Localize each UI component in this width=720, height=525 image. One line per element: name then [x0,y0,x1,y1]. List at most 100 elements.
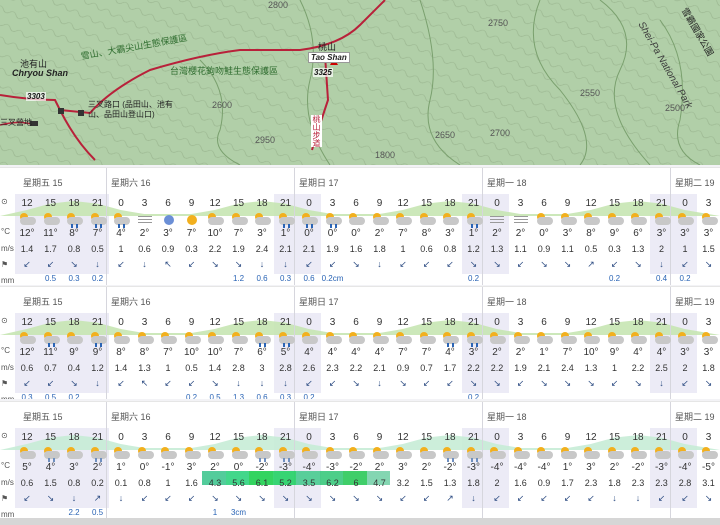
precipitation-value: 0.6 [256,274,268,283]
wind-direction-icon: ↓ [377,259,382,269]
contour-label: 2650 [435,130,456,140]
cloud-shape [114,217,130,225]
wind-speed-value: 2.2 [490,363,504,373]
temperature-value: 10° [207,347,223,358]
cloud-shape [43,217,60,225]
precipitation-value: 0.2 [303,393,315,399]
wind-speed-value: 0.4 [67,363,81,373]
topographic-map[interactable]: 池有山 Chryou Shan 3303 桃山 Tao Shan 3325 雪山… [0,0,720,165]
partly-cloudy-icon [371,447,389,461]
hour-label: 21 [655,432,668,443]
row-label-precip: mm [0,395,14,399]
partly-cloudy-icon [629,447,647,461]
day-label[interactable]: 星期日 17 [299,295,339,308]
cloud-shape [701,451,718,459]
day-label[interactable]: 星期一 18 [487,410,527,423]
temperature-value: -4° [678,462,692,473]
wind-direction-icon: ↓ [377,378,382,388]
temperature-value: 0° [327,228,338,239]
wind-direction-icon: ↓ [471,493,476,503]
wind-direction-icon: ↙ [187,493,196,503]
wind-direction-icon: ↙ [46,378,55,388]
partly-cloudy-icon [18,332,36,346]
partly-cloudy-icon [512,332,530,346]
hour-label: 21 [279,317,292,328]
cloud-shape [43,451,60,459]
wind-speed-value: 4.7 [373,478,386,488]
fog-line [490,222,504,223]
day-label[interactable]: 星期日 17 [299,176,339,189]
day-label[interactable]: 星期五 15 [23,295,63,308]
day-label[interactable]: 星期五 15 [23,410,63,423]
partly-cloudy-icon [676,213,694,227]
temperature-value: 5° [280,347,291,358]
cloud-shape [513,451,530,459]
day-label[interactable]: 星期二 19 [675,410,715,423]
wind-direction-icon: ↙ [23,493,31,503]
temperature-value: 4° [327,347,338,358]
day-label[interactable]: 星期二 19 [675,176,715,189]
cloud-shape [466,336,483,344]
cloud-shape [560,217,577,225]
wind-direction-icon: ↓ [71,493,77,503]
cloud-shape [278,451,295,459]
day-label[interactable]: 星期五 15 [23,176,63,189]
snow-cloud-icon [441,447,459,462]
wind-speed-value: 2 [682,363,688,373]
precipitation-value: 0.3 [279,393,292,399]
wind-speed-value: 1.2 [91,363,104,373]
bottom-scrollbar[interactable] [0,518,720,525]
day-label[interactable]: 星期一 18 [487,176,527,189]
wind-direction-icon: ↗ [446,493,454,503]
temperature-value: -5° [702,462,715,473]
precipitation-value: 0.5 [209,393,221,399]
day-label[interactable]: 星期六 16 [111,295,151,308]
cloud-shape [631,336,647,344]
hour-label: 6 [165,198,171,209]
row-label-dir: ⚑ [1,379,9,388]
wind-direction-icon: ↙ [23,378,31,388]
wind-direction-icon: ↙ [117,259,125,269]
row-label-precip: mm [1,276,15,285]
wind-speed-value: 1.6 [514,478,527,488]
junction-label: 三叉路口 (品田山、池有山、品田山登山口) [88,100,173,119]
wind-direction-icon: ↓ [95,259,100,269]
temperature-value: 7° [398,228,408,239]
precipitation-value: 0.2 [68,393,80,399]
fog-line [513,216,528,217]
partly-cloudy-icon [253,213,271,227]
hour-label: 3 [329,317,336,328]
cloud-shape [208,451,224,459]
hour-label: 18 [68,317,80,328]
partly-cloudy-icon [676,332,694,346]
partly-cloudy-icon [230,213,248,227]
temperature-value: 10° [183,347,200,358]
temperature-value: 0° [233,462,244,473]
cloud-shape [161,451,177,459]
hour-label: 12 [21,432,33,443]
wind-direction-icon: ↙ [681,259,689,269]
precipitation-value: 0.2 [467,274,480,283]
day-label[interactable]: 星期二 19 [675,295,715,308]
temperature-value: 2° [421,462,432,473]
precipitation-value: 1.3 [232,393,245,399]
wind-direction-icon: ↙ [446,259,454,269]
wind-speed-value: 3 [259,363,265,373]
cloud-shape [584,451,600,459]
hour-label: 18 [256,432,268,443]
day-label[interactable]: 星期六 16 [111,410,151,423]
temperature-value: 2° [492,228,502,239]
hour-label: 0 [306,432,312,443]
hour-label: 21 [467,432,480,443]
wind-direction-icon: ↙ [516,378,525,388]
sun-icon [183,213,201,227]
day-label[interactable]: 星期一 18 [487,295,527,308]
day-label[interactable]: 星期六 16 [111,176,151,189]
partly-cloudy-icon [206,332,224,346]
wind-direction-icon: ↓ [283,378,288,388]
temperature-value: 3° [69,462,79,473]
wind-speed-value: 0.9 [537,244,551,254]
day-label[interactable]: 星期日 17 [299,410,339,423]
fog-line [513,219,528,220]
partly-cloudy-icon [18,213,36,227]
